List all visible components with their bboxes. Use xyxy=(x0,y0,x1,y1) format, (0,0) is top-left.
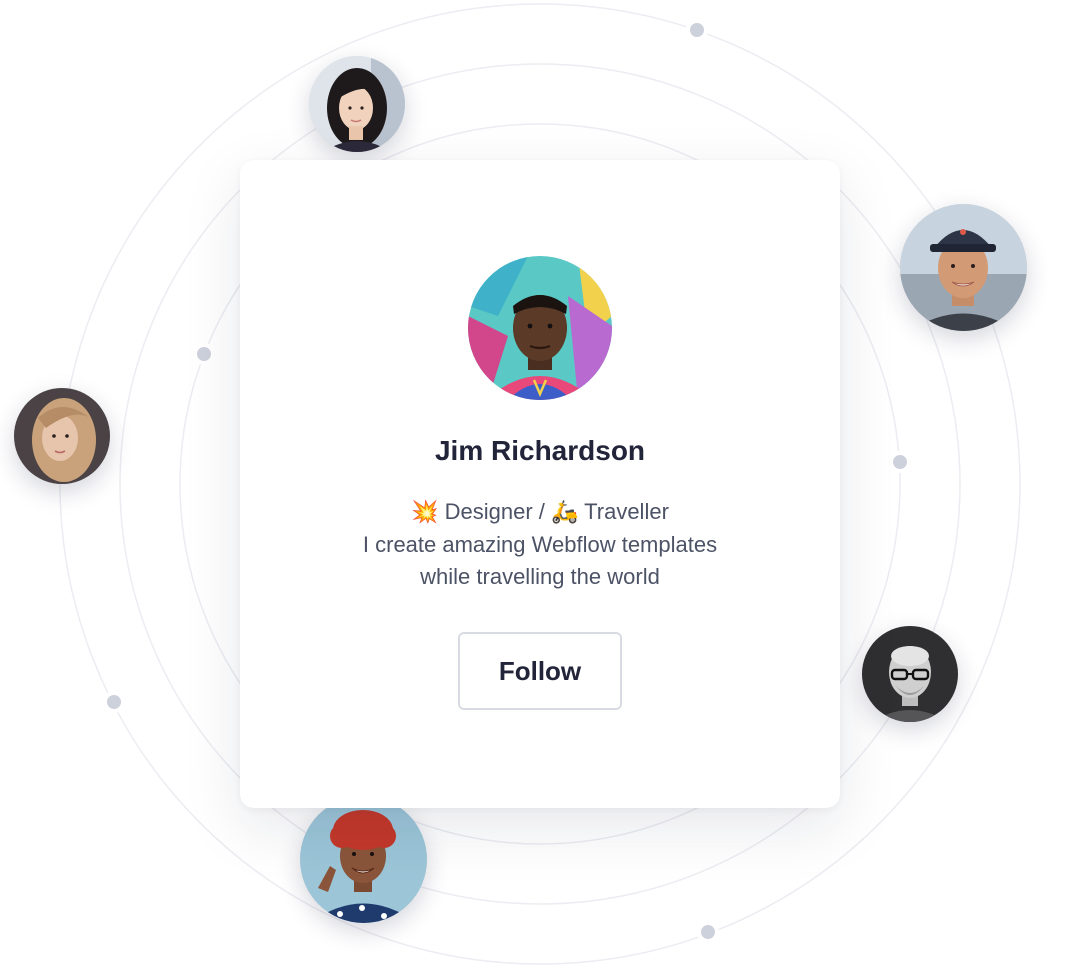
bio-line-3: while travelling the world xyxy=(420,564,660,589)
follow-button[interactable]: Follow xyxy=(458,632,622,710)
woman-blonde-avatar xyxy=(14,388,110,484)
orbit-dot xyxy=(103,691,125,713)
bio-roles: 💥 Designer / 🛵 Traveller xyxy=(240,496,840,529)
profile-card: Jim Richardson 💥 Designer / 🛵 Traveller … xyxy=(240,160,840,808)
scooter-emoji-icon: 🛵 xyxy=(551,500,579,525)
man-cap-avatar xyxy=(900,204,1027,331)
orbit-dot xyxy=(193,343,215,365)
woman-red-hair-avatar xyxy=(300,796,427,923)
orbit-dot xyxy=(889,451,911,473)
profile-name: Jim Richardson xyxy=(434,435,646,466)
orbit-dot xyxy=(686,19,708,41)
bio-line-2: I create amazing Webflow templates xyxy=(362,532,718,557)
older-man-glasses-avatar xyxy=(862,626,958,722)
orbit-dot xyxy=(697,921,719,943)
woman-dark-hair-avatar xyxy=(309,56,405,152)
follow-card-illustration: Jim Richardson 💥 Designer / 🛵 Traveller … xyxy=(0,0,1080,968)
collision-emoji-icon: 💥 xyxy=(411,500,439,525)
profile-bio: 💥 Designer / 🛵 Traveller I create amazin… xyxy=(240,496,840,593)
profile-avatar xyxy=(468,256,612,400)
bio-role-traveller: Traveller xyxy=(584,499,669,524)
bio-role-designer: Designer / xyxy=(444,499,545,524)
